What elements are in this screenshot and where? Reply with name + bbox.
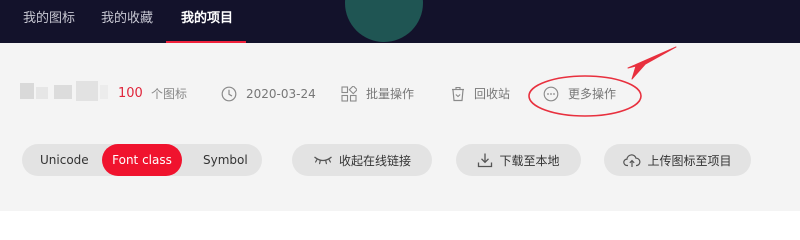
more-actions-button[interactable]: 更多操作 xyxy=(543,79,616,109)
download-local-label: 下载至本地 xyxy=(499,153,560,168)
top-nav-bar: 我的图标 我的收藏 我的项目 xyxy=(0,0,800,43)
format-switcher: Unicode Font class Symbol xyxy=(22,144,262,176)
more-actions-label: 更多操作 xyxy=(568,87,617,101)
created-date-text: 2020-03-24 xyxy=(246,87,316,101)
trash-icon xyxy=(452,86,464,102)
upload-icons-label: 上传图标至项目 xyxy=(647,153,732,168)
cloud-upload-icon xyxy=(623,153,641,167)
collapse-online-link-button[interactable]: 收起在线链接 xyxy=(292,144,432,176)
nav-tabs: 我的图标 我的收藏 我的项目 xyxy=(0,0,247,43)
tab-my-favorites[interactable]: 我的收藏 xyxy=(88,0,166,43)
tab-my-icons[interactable]: 我的图标 xyxy=(0,0,88,43)
icon-count-label: 个图标 xyxy=(151,87,188,101)
project-info-row: 100 个图标 2020-03-24 批量操作 回收站 更多操作 xyxy=(0,79,800,109)
project-content: 100 个图标 2020-03-24 批量操作 回收站 更多操作 Unicode… xyxy=(0,43,800,211)
grid-icon xyxy=(341,86,357,102)
created-date: 2020-03-24 xyxy=(221,79,316,109)
upload-icons-button[interactable]: 上传图标至项目 xyxy=(604,144,751,176)
eye-closed-icon xyxy=(314,156,332,165)
icon-count: 100 xyxy=(118,86,143,101)
clock-icon xyxy=(221,86,237,102)
recycle-bin-label: 回收站 xyxy=(474,87,511,101)
format-option-symbol[interactable]: Symbol xyxy=(203,144,248,176)
action-button-row: Unicode Font class Symbol 收起在线链接 下载至本地 上… xyxy=(0,144,800,176)
format-option-font-class[interactable]: Font class xyxy=(102,144,182,176)
recycle-bin-button[interactable]: 回收站 xyxy=(451,79,510,109)
batch-operation-button[interactable]: 批量操作 xyxy=(341,79,414,109)
decorative-circle xyxy=(345,0,423,42)
format-option-unicode[interactable]: Unicode xyxy=(40,144,89,176)
more-dots-icon xyxy=(543,86,559,102)
download-icon xyxy=(478,153,493,168)
batch-operation-label: 批量操作 xyxy=(366,87,415,101)
download-local-button[interactable]: 下载至本地 xyxy=(456,144,581,176)
tab-my-projects[interactable]: 我的项目 xyxy=(166,0,247,43)
collapse-online-link-label: 收起在线链接 xyxy=(338,153,411,168)
blurred-project-name xyxy=(20,81,108,103)
